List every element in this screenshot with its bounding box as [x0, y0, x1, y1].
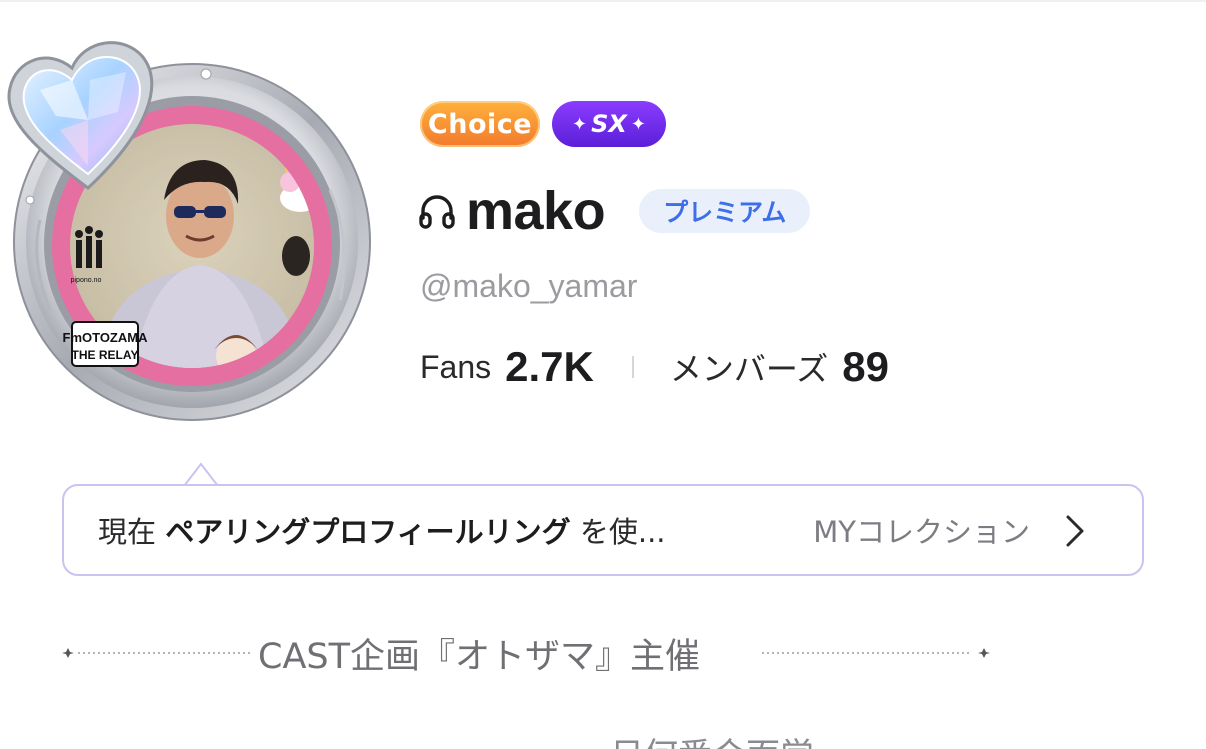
username: mako: [466, 181, 606, 241]
collection-banner[interactable]: 現在 ペアリングプロフィールリング を使... MYコレクション: [62, 484, 1144, 576]
banner-prefix: 現在: [98, 515, 157, 549]
members-stat[interactable]: メンバーズ 89: [670, 343, 889, 391]
current-ring-text: 現在 ペアリングプロフィールリング を使...: [98, 509, 666, 551]
my-collection-link[interactable]: MYコレクション: [813, 486, 1030, 574]
user-handle: @mako_yamar: [420, 268, 638, 304]
ring-name: ペアリングプロフィールリング: [165, 515, 571, 549]
name-row: mako プレミアム: [418, 178, 811, 244]
avatar-small-text: pipono.no: [71, 277, 102, 284]
premium-badge[interactable]: プレミアム: [639, 189, 811, 233]
fans-stat[interactable]: Fans 2.7K: [420, 343, 594, 391]
choice-badge[interactable]: Choice: [420, 101, 540, 147]
headphones-icon: [419, 195, 455, 229]
top-divider: [0, 0, 1206, 2]
sx-badge[interactable]: ✦ SX ✦: [552, 101, 666, 147]
bio-tagline: CAST企画『オトザマ』主催: [258, 637, 700, 677]
banner-suffix: を使...: [579, 515, 666, 549]
chevron-right-icon[interactable]: [1064, 514, 1086, 548]
members-count: 89: [842, 343, 889, 390]
badge-row: Choice ✦ SX ✦: [420, 101, 666, 147]
stats-row: Fans 2.7K メンバーズ 89: [420, 340, 889, 394]
avatar-logo-line2: THE RELAY: [72, 348, 139, 362]
fans-count: 2.7K: [505, 343, 594, 390]
sparkle-icon: ✦: [572, 113, 588, 135]
bio-header: CAST企画『オトザマ』主催: [62, 622, 992, 682]
dotted-rule-right: [762, 648, 990, 658]
sparkle-icon: ✦: [630, 113, 646, 135]
profile-page: FmOTOZAMA THE RELAY pipono.no Choice ✦ S…: [0, 0, 1206, 749]
dotted-rule-left: [62, 648, 252, 658]
avatar-ring-frame: FmOTOZAMA THE RELAY pipono.no: [7, 41, 371, 421]
banner-pointer: [184, 462, 218, 486]
avatar-logo-line1: FmOTOZAMA: [63, 330, 149, 345]
stat-divider: [631, 356, 634, 378]
members-label: メンバーズ: [669, 351, 829, 387]
avatar[interactable]: FmOTOZAMA THE RELAY pipono.no: [0, 20, 380, 430]
fans-label: Fans: [420, 348, 492, 385]
sx-badge-label: SX: [591, 110, 627, 138]
bio-next-line-text: 日何番合面営: [610, 728, 814, 749]
